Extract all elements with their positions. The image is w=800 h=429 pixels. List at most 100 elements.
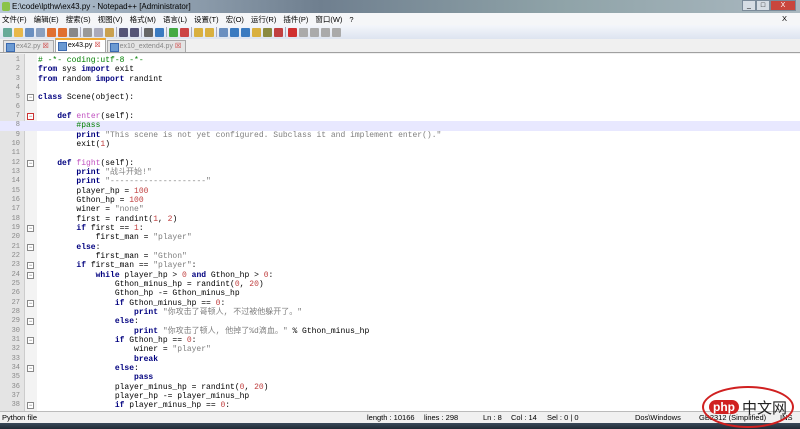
print-icon[interactable] [69, 27, 78, 37]
sync-v-icon[interactable] [194, 27, 203, 37]
menu-item[interactable]: 格式(M) [130, 14, 156, 25]
redo-icon[interactable] [130, 27, 139, 37]
save-all-icon[interactable] [36, 27, 45, 37]
code-line[interactable]: 22 first_man = "Gthon" [0, 252, 800, 261]
close-doc-button[interactable]: X [782, 14, 787, 23]
menu-item[interactable]: 宏(O) [226, 14, 244, 25]
menu-item[interactable]: 设置(T) [194, 14, 219, 25]
code-line[interactable]: 9 print "This scene is not yet configure… [0, 131, 800, 140]
all-chars-icon[interactable] [230, 27, 239, 37]
code-line[interactable]: 13 print "战斗开始!" [0, 168, 800, 177]
code-line[interactable]: 8 #pass [0, 121, 800, 131]
code-line[interactable]: 38− if player_minus_hp == 0: [0, 401, 800, 410]
menu-item[interactable]: 编辑(E) [34, 14, 59, 25]
cut-icon[interactable] [83, 27, 92, 37]
code-line[interactable]: 25 Gthon_minus_hp = randint(0, 20) [0, 280, 800, 289]
tab-close-icon[interactable]: ☒ [175, 43, 181, 50]
code-line[interactable]: 28 print "你攻击了哥顿人, 不过被他躲开了。" [0, 308, 800, 317]
code-line[interactable]: 12− def fight(self): [0, 159, 800, 168]
fold-toggle-icon[interactable]: − [27, 318, 34, 326]
code-line[interactable]: 24− while player_hp > 0 and Gthon_hp > 0… [0, 271, 800, 280]
record-macro-icon[interactable] [288, 27, 297, 37]
code-line[interactable]: 16 Gthon_hp = 100 [0, 196, 800, 205]
run-macro-icon[interactable] [321, 27, 330, 37]
fold-toggle-icon[interactable]: − [27, 299, 34, 307]
code-line[interactable]: 27− if Gthon_minus_hp == 0: [0, 299, 800, 308]
open-icon[interactable] [14, 27, 23, 37]
menu-item[interactable]: 搜索(S) [66, 14, 91, 25]
tab-close-icon[interactable]: ☒ [94, 42, 100, 49]
undo-icon[interactable] [119, 27, 128, 37]
stop-macro-icon[interactable] [299, 27, 308, 37]
menu-item[interactable]: 窗口(W) [315, 14, 342, 25]
code-line[interactable]: 15 player_hp = 100 [0, 187, 800, 196]
menu-item[interactable]: 语言(L) [163, 14, 187, 25]
close-all-icon[interactable] [58, 27, 67, 37]
code-editor[interactable]: 1 # -*- coding:utf-8 -*- 2 from sys import … [0, 54, 800, 411]
play-macro-icon[interactable] [310, 27, 319, 37]
fold-toggle-icon[interactable]: − [27, 112, 34, 120]
code-line[interactable]: 18 first = randint(1, 2) [0, 215, 800, 224]
minimize-button[interactable]: _ [742, 0, 756, 11]
close-icon[interactable] [47, 27, 56, 37]
menu-item[interactable]: ? [349, 15, 353, 24]
close-button[interactable]: X [770, 0, 796, 11]
code-line[interactable]: 32 winer = "player" [0, 345, 800, 354]
zoom-in-icon[interactable] [169, 27, 178, 37]
tab-ex42-py[interactable]: ex42.py ☒ [3, 40, 54, 52]
new-file-icon[interactable] [3, 27, 12, 37]
code-line[interactable]: 31− if Gthon_hp == 0: [0, 336, 800, 345]
save-macro-icon[interactable] [332, 27, 341, 37]
code-line[interactable]: 17 winer = "none" [0, 205, 800, 214]
code-line[interactable]: 11 [0, 149, 800, 158]
tab-ex10_extend4-py[interactable]: ex10_extend4.py ☒ [106, 40, 187, 52]
save-icon[interactable] [25, 27, 34, 37]
find-icon[interactable] [144, 27, 153, 37]
fold-toggle-icon[interactable]: − [27, 243, 34, 251]
code-line[interactable]: 5− class Scene(object): [0, 93, 800, 102]
sync-h-icon[interactable] [205, 27, 214, 37]
code-line[interactable]: 10 exit(1) [0, 140, 800, 149]
code-line[interactable]: 19− if first == 1: [0, 224, 800, 233]
code-line[interactable]: 33 break [0, 355, 800, 364]
code-line[interactable]: 37 player_hp -= player_minus_hp [0, 392, 800, 401]
code-line[interactable]: 7− def enter(self): [0, 112, 800, 121]
fold-toggle-icon[interactable]: − [27, 159, 34, 167]
fold-toggle-icon[interactable]: − [27, 336, 34, 344]
code-line[interactable]: 3 from random import randint [0, 75, 800, 84]
code-line[interactable]: 30 print "你攻击了顿人, 他掉了%d滴血。" % Gthon_minu… [0, 327, 800, 336]
fold-toggle-icon[interactable]: − [27, 364, 34, 372]
code-line[interactable]: 36 player_minus_hp = randint(0, 20) [0, 383, 800, 392]
wrap-icon[interactable] [219, 27, 228, 37]
paste-icon[interactable] [105, 27, 114, 37]
code-line[interactable]: 2 from sys import exit [0, 65, 800, 74]
fold-toggle-icon[interactable]: − [27, 271, 34, 279]
copy-icon[interactable] [94, 27, 103, 37]
code-line[interactable]: 1 # -*- coding:utf-8 -*- [0, 56, 800, 65]
indent-guide-icon[interactable] [241, 27, 250, 37]
function-list-icon[interactable] [274, 27, 283, 37]
code-line[interactable]: 14 print "--------------------" [0, 177, 800, 186]
maximize-button[interactable]: □ [756, 0, 770, 11]
fold-toggle-icon[interactable]: − [27, 224, 34, 232]
code-line[interactable]: 34− else: [0, 364, 800, 373]
code-line[interactable]: 29− else: [0, 317, 800, 326]
code-line[interactable]: 21− else: [0, 243, 800, 252]
fold-toggle-icon[interactable]: − [27, 94, 34, 102]
doc-map-icon[interactable] [263, 27, 272, 37]
menu-item[interactable]: 视图(V) [98, 14, 123, 25]
menu-item[interactable]: 运行(R) [251, 14, 276, 25]
code-line[interactable]: 20 first_man = "player" [0, 233, 800, 242]
fold-toggle-icon[interactable]: − [27, 262, 34, 270]
menu-item[interactable]: 文件(F) [2, 14, 27, 25]
tab-close-icon[interactable]: ☒ [43, 43, 49, 50]
udl-icon[interactable] [252, 27, 261, 37]
code-line[interactable]: 26 Gthon_hp -= Gthon_minus_hp [0, 289, 800, 298]
replace-icon[interactable] [155, 27, 164, 37]
zoom-out-icon[interactable] [180, 27, 189, 37]
tab-ex43-py[interactable]: ex43.py ☒ [54, 38, 106, 52]
code-line[interactable]: 23− if first_man == "player": [0, 261, 800, 270]
fold-toggle-icon[interactable]: − [27, 402, 34, 410]
code-line[interactable]: 4 [0, 84, 800, 93]
code-line[interactable]: 35 pass [0, 373, 800, 382]
